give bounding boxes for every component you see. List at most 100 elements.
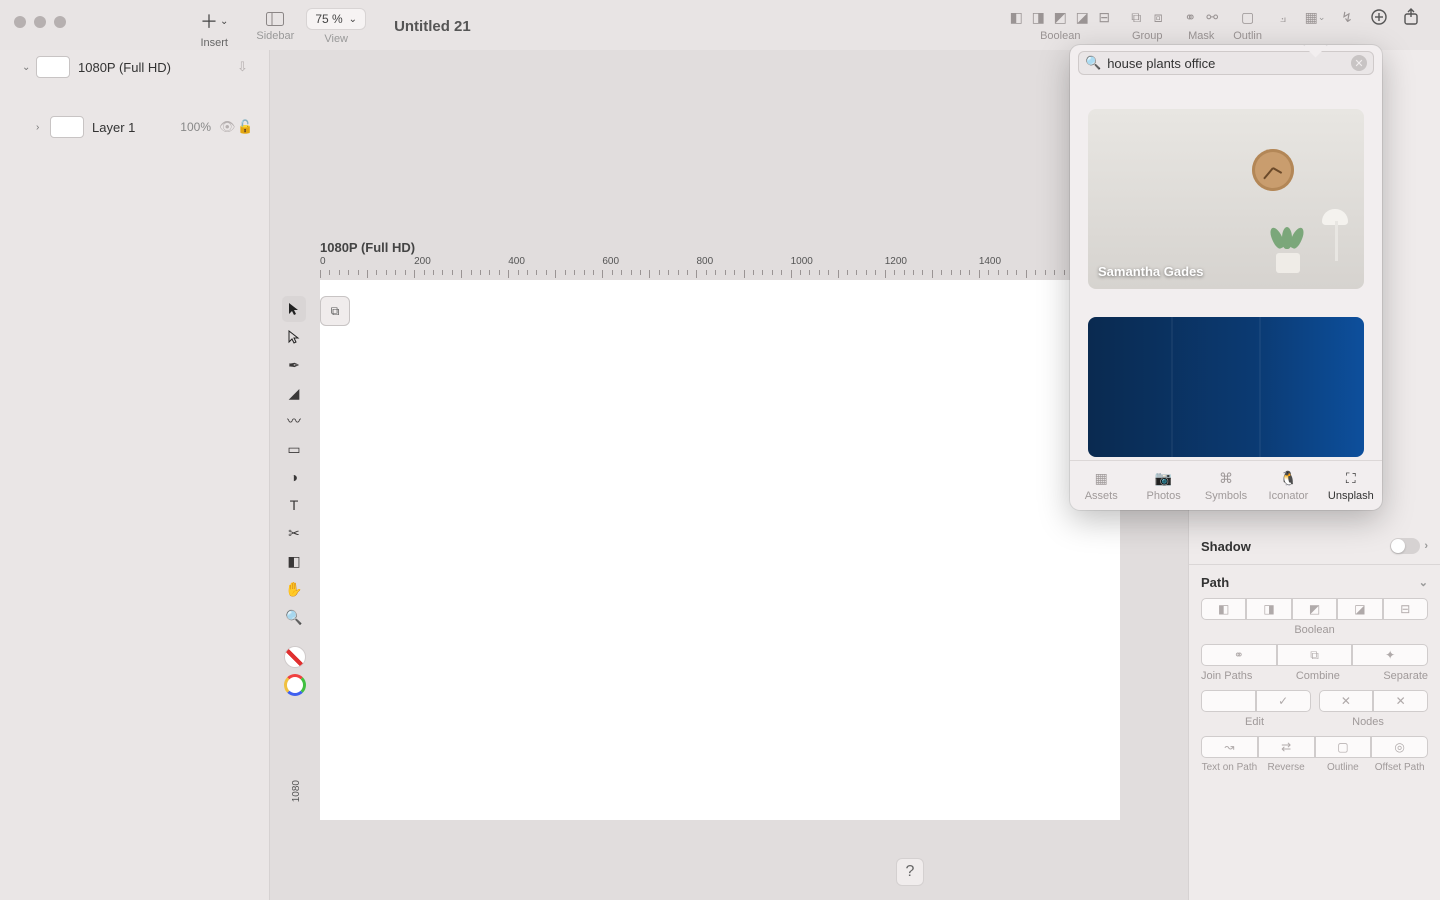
stroke-color-picker[interactable] bbox=[284, 674, 306, 696]
outline-button[interactable]: ▢ bbox=[1315, 736, 1372, 758]
edit-path-button-2[interactable]: ✓ bbox=[1256, 690, 1311, 712]
tab-unsplash[interactable]: ⛶ Unsplash bbox=[1320, 461, 1382, 510]
select-tool[interactable] bbox=[282, 296, 306, 322]
mask-tool-group: ⚭ ⚯ Mask bbox=[1179, 8, 1223, 42]
disclosure-icon[interactable]: ⌄ bbox=[22, 62, 36, 73]
view-menu[interactable]: 75 % ⌄ View bbox=[306, 8, 366, 45]
photos-icon: 📷 bbox=[1155, 470, 1172, 487]
path-boolean-difference[interactable]: ◪ bbox=[1337, 598, 1382, 620]
layer-thumbnail bbox=[50, 116, 84, 138]
lock-icon[interactable]: ⇩ bbox=[237, 59, 255, 75]
tab-symbols[interactable]: ⌘ Symbols bbox=[1195, 461, 1257, 510]
brush-tool[interactable]: 〰 bbox=[282, 408, 306, 434]
path-boolean-divide[interactable]: ⊟ bbox=[1383, 598, 1428, 620]
separate-label: Separate bbox=[1383, 670, 1428, 682]
ungroup-icon[interactable]: ⧈ bbox=[1147, 8, 1169, 26]
result-card-2[interactable] bbox=[1088, 317, 1364, 457]
shadow-title: Shadow bbox=[1201, 539, 1251, 554]
shadow-section: Shadow › bbox=[1189, 528, 1440, 565]
zoom-window-button[interactable] bbox=[54, 16, 66, 28]
chevron-right-icon[interactable]: › bbox=[1424, 540, 1428, 552]
help-button[interactable]: ? bbox=[896, 858, 924, 886]
layer-row-artboard[interactable]: ⌄ 1080P (Full HD) ⇩ bbox=[0, 50, 269, 84]
boolean-divide-icon[interactable]: ⊟ bbox=[1093, 8, 1115, 26]
tab-assets[interactable]: ▦ Assets bbox=[1070, 461, 1132, 510]
outline-icon[interactable]: ▢ bbox=[1237, 8, 1259, 26]
artboard-label: 1080P (Full HD) bbox=[320, 240, 415, 255]
direct-select-tool[interactable] bbox=[282, 324, 306, 350]
clear-search-button[interactable]: ✕ bbox=[1351, 55, 1367, 71]
scissors-tool[interactable]: ✂ bbox=[282, 520, 306, 546]
separate-button[interactable]: ✦ bbox=[1352, 644, 1428, 666]
path-boolean-union[interactable]: ◧ bbox=[1201, 598, 1246, 620]
nodes-button-2[interactable]: ✕ bbox=[1373, 690, 1428, 712]
offset-path-button[interactable]: ◎ bbox=[1371, 736, 1428, 758]
path-section: Path ⌄ ◧ ◨ ◩ ◪ ⊟ Boolean ⚭ ⧉ ✦ Join Path… bbox=[1189, 565, 1440, 783]
nodes-button-1[interactable]: ✕ bbox=[1319, 690, 1374, 712]
shape-tool[interactable]: ▭ bbox=[282, 436, 306, 462]
tool-palette: ✒ ◢ 〰 ▭ ◑ T ✂ ◧ ✋ 🔍 bbox=[282, 296, 308, 698]
edit-label: Edit bbox=[1245, 716, 1264, 728]
tab-iconator[interactable]: 🐧 Iconator bbox=[1257, 461, 1319, 510]
pencil-tool[interactable]: ◢ bbox=[282, 380, 306, 406]
combine-button[interactable]: ⧉ bbox=[1277, 644, 1353, 666]
artboard[interactable] bbox=[320, 280, 1120, 820]
visibility-icon[interactable]: 👁 bbox=[219, 119, 237, 135]
add-asset-button[interactable] bbox=[1368, 8, 1390, 26]
result-card-1[interactable]: Samantha Gades bbox=[1088, 109, 1364, 289]
path-boolean-buttons: ◧ ◨ ◩ ◪ ⊟ bbox=[1201, 598, 1428, 620]
transform-icon[interactable]: ↯ bbox=[1336, 8, 1358, 26]
close-window-button[interactable] bbox=[14, 16, 26, 28]
tab-photos[interactable]: 📷 Photos bbox=[1132, 461, 1194, 510]
combine-label: Combine bbox=[1296, 670, 1340, 682]
fill-color-none[interactable] bbox=[284, 646, 306, 668]
ruler-mark: 1000 bbox=[791, 256, 813, 267]
edit-path-button-1[interactable] bbox=[1201, 690, 1256, 712]
layer-row-layer1[interactable]: › Layer 1 100% 👁 🔓 bbox=[0, 110, 269, 144]
insert-menu[interactable]: ＋ ⌄ Insert bbox=[200, 8, 228, 49]
sidebar-toggle[interactable]: Sidebar bbox=[256, 11, 294, 42]
zoom-tool[interactable]: 🔍 bbox=[282, 604, 306, 630]
minimize-window-button[interactable] bbox=[34, 16, 46, 28]
disclosure-icon[interactable]: › bbox=[36, 122, 50, 133]
mask-icon[interactable]: ⚭ bbox=[1179, 8, 1201, 26]
shadow-toggle[interactable] bbox=[1390, 538, 1420, 554]
path-boolean-subtract[interactable]: ◨ bbox=[1246, 598, 1291, 620]
canvas[interactable]: 1080P (Full HD) 020040060080010001200140… bbox=[270, 50, 1188, 900]
share-icon[interactable] bbox=[1400, 8, 1422, 26]
titlebar: ＋ ⌄ Insert Sidebar 75 % ⌄ View Untitled … bbox=[0, 0, 1440, 50]
asset-search-field[interactable]: 🔍 ✕ bbox=[1078, 51, 1374, 75]
group-label: Group bbox=[1132, 30, 1163, 42]
crop-icon[interactable]: ⟓ bbox=[1272, 8, 1294, 26]
layer-opacity[interactable]: 100% bbox=[180, 120, 219, 134]
image-adjust-icon[interactable]: ▦⌄ bbox=[1304, 8, 1326, 26]
iconator-icon: 🐧 bbox=[1280, 470, 1297, 487]
text-on-path-button[interactable]: ↝ bbox=[1201, 736, 1258, 758]
lasso-tool[interactable]: ◑ bbox=[282, 464, 306, 490]
pen-tool[interactable]: ✒ bbox=[282, 352, 306, 378]
path-boolean-intersect[interactable]: ◩ bbox=[1292, 598, 1337, 620]
asset-browser-tabs: ▦ Assets 📷 Photos ⌘ Symbols 🐧 Iconator ⛶… bbox=[1070, 460, 1382, 510]
reverse-button[interactable]: ⇄ bbox=[1258, 736, 1315, 758]
join-paths-button[interactable]: ⚭ bbox=[1201, 644, 1277, 666]
lock-icon[interactable]: 🔓 bbox=[237, 119, 255, 135]
boolean-difference-icon[interactable]: ◪ bbox=[1071, 8, 1093, 26]
boolean-subtract-icon[interactable]: ◨ bbox=[1027, 8, 1049, 26]
insert-label: Insert bbox=[200, 37, 228, 49]
chevron-down-icon: ⌄ bbox=[349, 14, 357, 25]
boolean-union-icon[interactable]: ◧ bbox=[1005, 8, 1027, 26]
clock-illustration bbox=[1252, 149, 1294, 191]
ruler-mark: 600 bbox=[602, 256, 619, 267]
search-results[interactable]: Samantha Gades bbox=[1070, 109, 1382, 460]
chevron-down-icon[interactable]: ⌄ bbox=[1419, 576, 1428, 589]
eraser-tool[interactable]: ◧ bbox=[282, 548, 306, 574]
boolean-intersect-icon[interactable]: ◩ bbox=[1049, 8, 1071, 26]
outline-label: Outlin bbox=[1233, 30, 1262, 42]
canvas-origin-widget[interactable]: ⧉ bbox=[320, 296, 350, 326]
group-icon[interactable]: ⧉ bbox=[1125, 8, 1147, 26]
text-tool[interactable]: T bbox=[282, 492, 306, 518]
asset-search-input[interactable] bbox=[1107, 56, 1345, 71]
unmask-icon[interactable]: ⚯ bbox=[1201, 8, 1223, 26]
path-join-buttons: ⚭ ⧉ ✦ bbox=[1201, 644, 1428, 666]
hand-tool[interactable]: ✋ bbox=[282, 576, 306, 602]
